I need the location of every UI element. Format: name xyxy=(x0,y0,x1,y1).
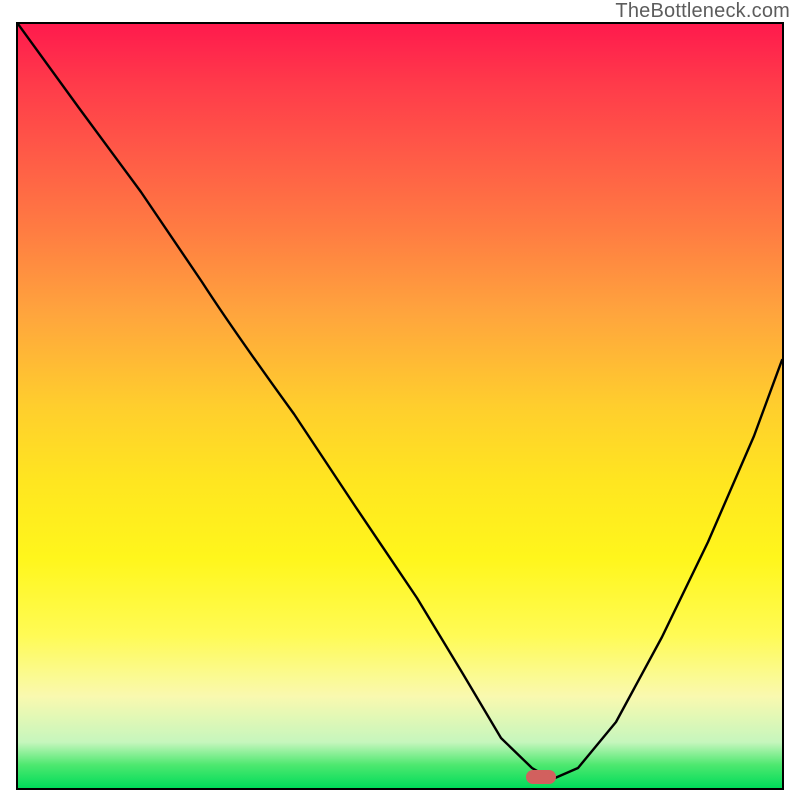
chart-plot-area xyxy=(16,22,784,790)
watermark-text: TheBottleneck.com xyxy=(615,0,790,23)
optimal-point-marker xyxy=(526,770,556,784)
chart-background-gradient xyxy=(18,24,782,788)
